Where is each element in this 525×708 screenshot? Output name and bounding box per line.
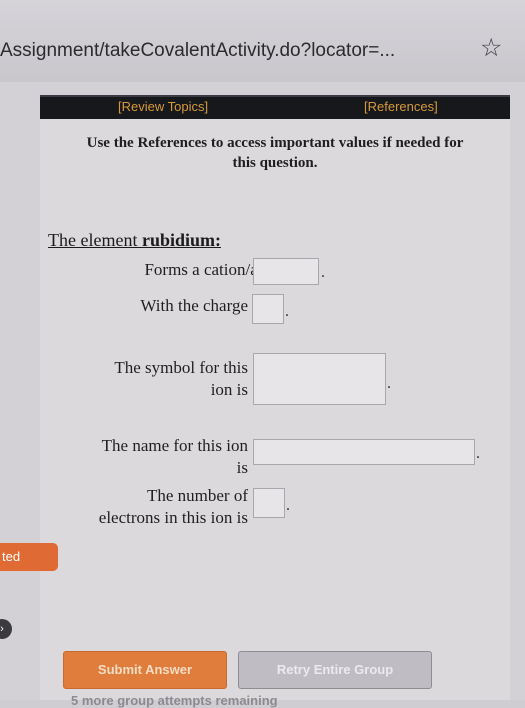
charge-period: . bbox=[285, 303, 289, 320]
side-circle-icon[interactable]: › bbox=[0, 619, 12, 639]
charge-input[interactable] bbox=[252, 294, 284, 324]
electrons-label-line-2: electrons in this ion is bbox=[98, 508, 248, 527]
side-status-tab[interactable]: ted bbox=[0, 543, 58, 571]
symbol-input[interactable] bbox=[253, 353, 386, 405]
symbol-period: . bbox=[387, 375, 391, 392]
name-label: The name for this ion is bbox=[66, 435, 248, 479]
element-heading: The element rubidium: bbox=[48, 230, 221, 251]
attempts-remaining-text: 5 more group attempts remaining bbox=[71, 693, 278, 708]
page-area: [Review Topics] [References] Use the Ref… bbox=[0, 82, 525, 708]
instruction-line-2: this question. bbox=[232, 155, 318, 171]
electrons-period: . bbox=[286, 497, 290, 514]
url-text[interactable]: Assignment/takeCovalentActivity.do?locat… bbox=[0, 40, 395, 62]
electrons-input[interactable] bbox=[253, 488, 285, 518]
ion-name-input[interactable] bbox=[253, 439, 475, 465]
instruction-line-1: Use the References to access important v… bbox=[86, 135, 464, 151]
submit-answer-button[interactable]: Submit Answer bbox=[63, 651, 227, 689]
symbol-label: The symbol for this ion is bbox=[66, 357, 248, 401]
instruction-text: Use the References to access important v… bbox=[50, 133, 500, 173]
symbol-label-line-1: The symbol for this bbox=[114, 358, 248, 377]
forms-period: . bbox=[321, 264, 325, 281]
browser-address-bar[interactable]: Assignment/takeCovalentActivity.do?locat… bbox=[0, 0, 525, 83]
cation-anion-select[interactable] bbox=[253, 258, 319, 285]
name-label-line-1: The name for this ion bbox=[101, 436, 248, 455]
question-panel: Use the References to access important v… bbox=[40, 119, 510, 700]
retry-entire-group-button[interactable]: Retry Entire Group bbox=[238, 651, 432, 689]
name-label-line-2: is bbox=[236, 458, 248, 477]
name-period: . bbox=[476, 445, 480, 462]
question-toolbar: [Review Topics] [References] bbox=[40, 95, 510, 119]
references-link[interactable]: [References] bbox=[364, 99, 438, 114]
bookmark-star-icon[interactable]: ☆ bbox=[480, 35, 502, 60]
element-name: rubidium: bbox=[141, 230, 221, 250]
charge-label: With the charge bbox=[140, 296, 248, 315]
review-topics-link[interactable]: [Review Topics] bbox=[118, 99, 208, 114]
element-heading-prefix: The element bbox=[48, 230, 142, 250]
electrons-label: The number of electrons in this ion is bbox=[66, 485, 248, 529]
electrons-label-line-1: The number of bbox=[146, 486, 248, 505]
symbol-label-line-2: ion is bbox=[210, 380, 248, 399]
